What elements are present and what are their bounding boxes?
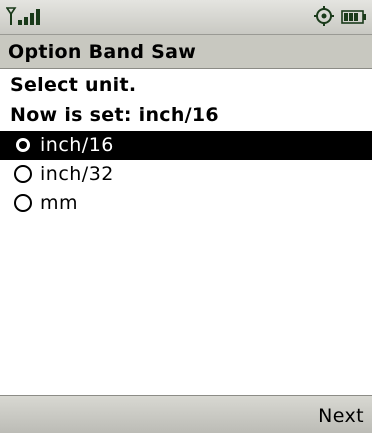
radio-unchecked-icon[interactable]	[14, 194, 32, 212]
status-bar	[0, 0, 372, 35]
unit-option-label: inch/16	[40, 134, 114, 156]
settings-gear-icon	[314, 6, 334, 26]
radio-checked-icon[interactable]	[14, 136, 32, 154]
phone-screen: Option Band Saw Select unit. Now is set:…	[0, 0, 372, 433]
unit-option-label: mm	[40, 192, 79, 214]
unit-option-inch16[interactable]: inch/16	[0, 131, 372, 160]
screen-title: Option Band Saw	[8, 41, 197, 63]
unit-radio-group: inch/16 inch/32 mm	[0, 131, 372, 218]
unit-option-mm[interactable]: mm	[0, 189, 372, 218]
softkey-bar: Next	[0, 395, 372, 433]
unit-option-label: inch/32	[40, 163, 114, 185]
select-unit-prompt: Select unit.	[10, 74, 137, 96]
next-softkey[interactable]: Next	[318, 405, 364, 427]
battery-icon	[341, 10, 366, 24]
title-bar: Option Band Saw	[0, 35, 372, 69]
current-setting-text: Now is set: inch/16	[10, 104, 219, 126]
radio-dot	[19, 141, 27, 149]
signal-strength-icon	[6, 7, 40, 25]
radio-unchecked-icon[interactable]	[14, 165, 32, 183]
unit-option-inch32[interactable]: inch/32	[0, 160, 372, 189]
